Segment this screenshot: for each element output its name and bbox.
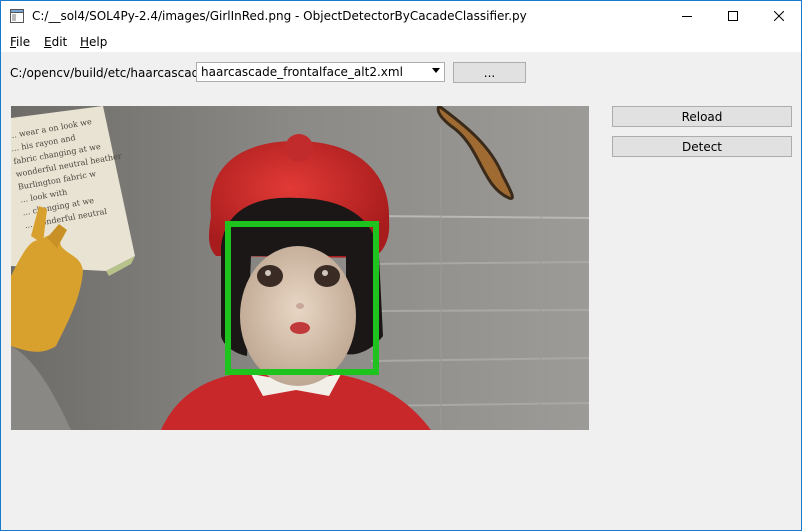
browse-folder-label: ... — [483, 65, 496, 80]
menu-file[interactable]: File — [10, 35, 30, 49]
reload-label: Reload — [681, 109, 723, 124]
menu-file-label: ile — [16, 35, 31, 49]
browse-folder-button[interactable]: ... — [453, 62, 526, 83]
image-view: ... wear a on look we ... his rayon and … — [11, 106, 589, 430]
menu-help-label: elp — [89, 35, 108, 49]
reload-button[interactable]: Reload — [612, 106, 792, 127]
classifier-combobox[interactable]: haarcascade_frontalface_alt2.xml — [196, 62, 445, 82]
detect-label: Detect — [681, 139, 722, 154]
menu-edit-label: dit — [51, 35, 68, 49]
menu-edit-mnemonic: E — [44, 35, 52, 49]
main-window: C:/__sol4/SOL4Py-2.4/images/GirlInRed.pn… — [0, 0, 802, 531]
minimize-button[interactable] — [664, 1, 710, 31]
close-button[interactable] — [756, 1, 802, 31]
cascade-folder-label: C:/opencv/build/etc/haarcascades — [10, 66, 213, 80]
detect-button[interactable]: Detect — [612, 136, 792, 157]
chevron-down-icon — [432, 68, 440, 73]
window-title: C:/__sol4/SOL4Py-2.4/images/GirlInRed.pn… — [32, 9, 527, 23]
classifier-selected-value: haarcascade_frontalface_alt2.xml — [201, 65, 403, 79]
title-bar[interactable]: C:/__sol4/SOL4Py-2.4/images/GirlInRed.pn… — [1, 1, 801, 31]
menu-bar: File Edit Help — [1, 31, 801, 52]
app-window-icon — [10, 9, 24, 23]
maximize-button[interactable] — [710, 1, 756, 31]
maximize-icon — [728, 11, 738, 21]
menu-help[interactable]: Help — [80, 35, 107, 49]
photo-of-doll-in-red: ... wear a on look we ... his rayon and … — [11, 106, 589, 430]
menu-edit[interactable]: Edit — [44, 35, 67, 49]
minimize-icon — [682, 16, 692, 17]
close-icon — [774, 11, 784, 21]
menu-help-mnemonic: H — [80, 35, 90, 49]
